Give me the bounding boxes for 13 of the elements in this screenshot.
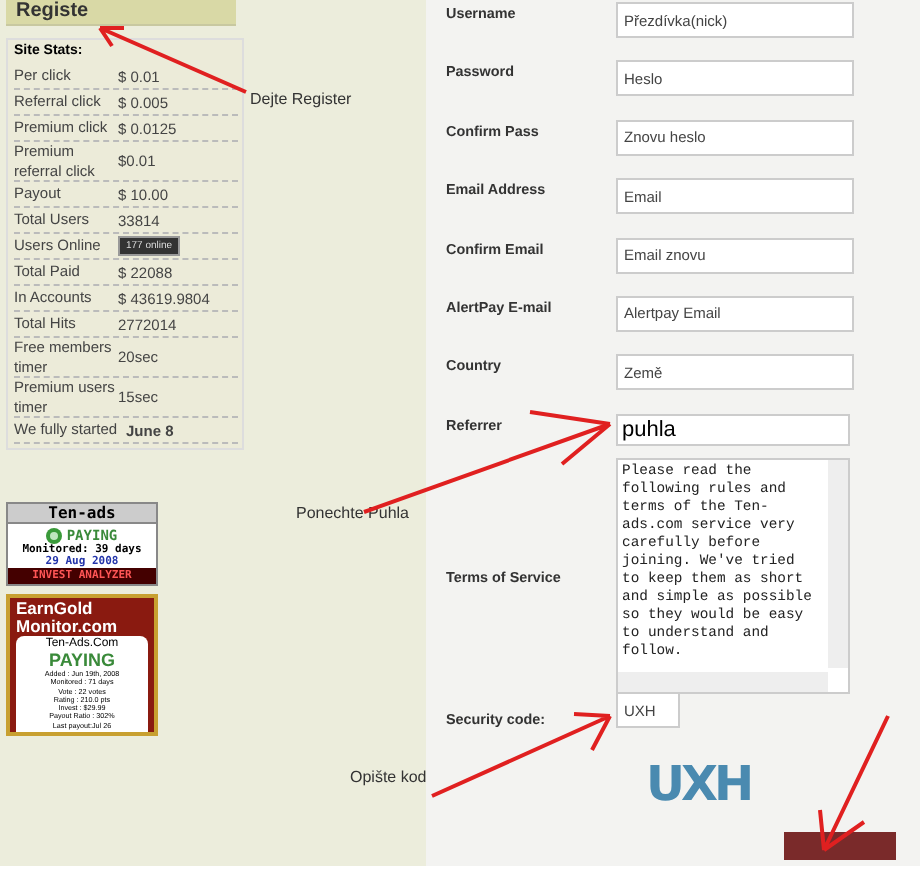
register-button[interactable]: Registe bbox=[6, 0, 236, 26]
captcha-image: UXH bbox=[646, 755, 753, 812]
vertical-scrollbar[interactable] bbox=[828, 460, 848, 669]
input-field[interactable]: puhla bbox=[616, 413, 850, 446]
annotation-arrow bbox=[818, 714, 890, 852]
annotation-text: Dejte Register bbox=[250, 90, 352, 108]
monitor-logo: EarnGold Monitor.com bbox=[16, 600, 120, 636]
badge-title: Ten-ads bbox=[8, 504, 156, 524]
enter-button[interactable] bbox=[784, 831, 896, 860]
horizontal-scrollbar[interactable] bbox=[618, 672, 828, 693]
status-text: PAYING bbox=[46, 650, 117, 670]
status-icon bbox=[46, 528, 63, 544]
annotation-text: Opište kod bbox=[350, 768, 427, 786]
